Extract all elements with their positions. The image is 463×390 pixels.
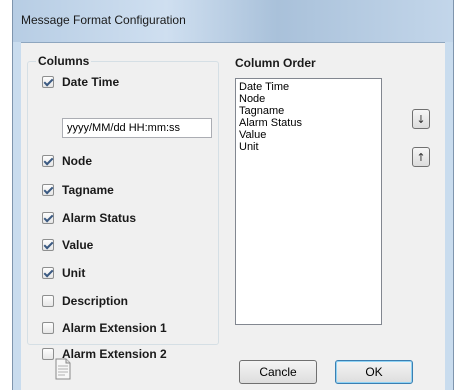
dialog-body: Columns Date Time Node Tagname Alarm Sta… [21, 42, 445, 390]
document-icon [55, 358, 71, 380]
checkbox-tagname[interactable]: Tagname [42, 182, 114, 198]
window-title: Message Format Configuration [21, 13, 186, 27]
list-item[interactable]: Unit [239, 141, 378, 153]
checkbox-unit-label: Unit [62, 266, 86, 280]
list-item[interactable]: Date Time [239, 81, 378, 93]
list-item[interactable]: Node [239, 93, 378, 105]
column-order-list[interactable]: Date Time Node Tagname Alarm Status Valu… [235, 78, 382, 325]
checkbox-unit-box[interactable] [42, 267, 54, 279]
columns-group-label: Columns [36, 54, 92, 68]
cancel-button[interactable]: Cancle [239, 360, 317, 384]
checkbox-value-label: Value [62, 238, 94, 252]
checkbox-alarm-status-label: Alarm Status [62, 211, 137, 225]
checkbox-tagname-box[interactable] [42, 184, 54, 196]
checkbox-alarm-extension-1-label: Alarm Extension 1 [62, 321, 167, 335]
checkbox-alarm-status-box[interactable] [42, 212, 54, 224]
checkbox-node[interactable]: Node [42, 153, 92, 169]
checkbox-tagname-label: Tagname [62, 183, 114, 197]
checkbox-description-label: Description [62, 294, 129, 308]
checkbox-date-time[interactable]: Date Time [42, 74, 119, 90]
checkbox-date-time-label: Date Time [62, 75, 120, 89]
list-item[interactable]: Value [239, 129, 378, 141]
list-item[interactable]: Alarm Status [239, 117, 378, 129]
title-bar[interactable]: Message Format Configuration [13, 0, 453, 42]
checkbox-value[interactable]: Value [42, 237, 93, 253]
move-up-button[interactable]: ↑ [412, 147, 430, 167]
columns-group: Columns Date Time Node Tagname Alarm Sta… [27, 54, 219, 361]
date-format-input[interactable] [62, 118, 212, 138]
checkbox-date-time-box[interactable] [42, 76, 54, 88]
checkbox-alarm-extension-1-box[interactable] [42, 322, 54, 334]
checkbox-node-label: Node [62, 154, 92, 168]
checkbox-alarm-extension-2-box[interactable] [42, 348, 54, 360]
checkbox-unit[interactable]: Unit [42, 265, 85, 281]
column-order-label: Column Order [235, 56, 316, 70]
checkbox-alarm-extension-2-label: Alarm Extension 2 [62, 347, 167, 361]
ok-button[interactable]: OK [335, 360, 413, 384]
checkbox-node-box[interactable] [42, 155, 54, 167]
move-down-button[interactable]: ↓ [412, 109, 430, 129]
checkbox-value-box[interactable] [42, 239, 54, 251]
checkbox-description-box[interactable] [42, 295, 54, 307]
checkbox-alarm-status[interactable]: Alarm Status [42, 210, 136, 226]
dialog-window: Message Format Configuration Columns Dat… [12, 0, 454, 390]
checkbox-description[interactable]: Description [42, 293, 128, 309]
list-item[interactable]: Tagname [239, 105, 378, 117]
checkbox-alarm-extension-1[interactable]: Alarm Extension 1 [42, 320, 167, 336]
